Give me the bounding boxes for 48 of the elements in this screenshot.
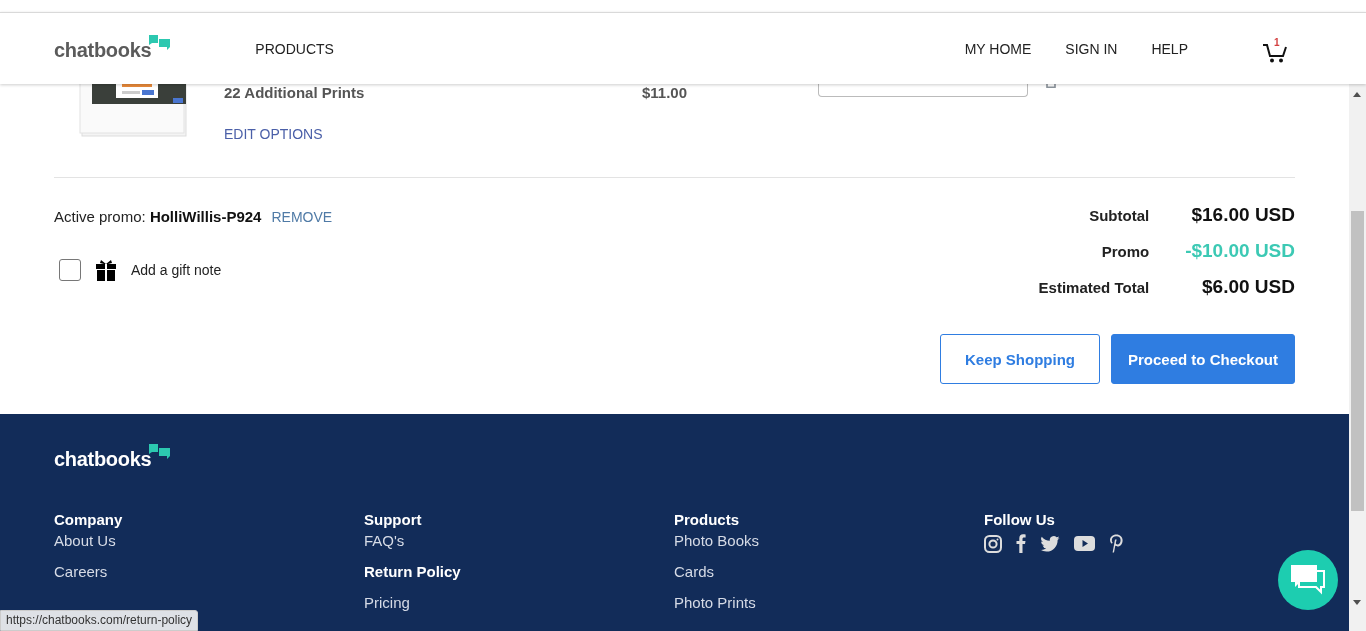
chat-icon (1291, 565, 1325, 595)
summary-value: $6.00 USD (1201, 276, 1295, 298)
summary-value: $16.00 USD (1190, 204, 1295, 226)
nav-link[interactable]: PRODUCTS (255, 40, 334, 57)
gift-icon (95, 259, 117, 281)
checkout-button[interactable]: Proceed to Checkout (1111, 334, 1295, 384)
pinterest-icon[interactable] (1109, 534, 1124, 553)
scroll-down-icon[interactable] (1353, 600, 1361, 605)
remove-promo-link[interactable]: REMOVE (271, 209, 333, 225)
active-promo: Active promo: HolliWillis-P924 (54, 208, 262, 225)
keep-shopping-button[interactable]: Keep Shopping (940, 334, 1100, 384)
youtube-icon[interactable] (1074, 536, 1095, 551)
summary-label: Promo (1100, 243, 1150, 260)
footer-logo[interactable]: chatbooks (54, 448, 152, 471)
footer-heading: Company (54, 511, 124, 528)
item-title: 22 Additional Prints (224, 84, 366, 101)
logo-bubbles-icon (149, 35, 172, 51)
footer-link[interactable]: Careers (54, 563, 364, 594)
nav-link[interactable]: HELP (1151, 40, 1188, 57)
footer-heading: Follow Us (984, 511, 1056, 528)
summary-label: Estimated Total (1038, 279, 1150, 296)
nav-link[interactable]: MY HOME (964, 40, 1032, 57)
scrollbar[interactable] (1349, 84, 1366, 631)
scrollbar-thumb[interactable] (1351, 211, 1364, 511)
edit-options-link[interactable]: EDIT OPTIONS (224, 126, 642, 142)
footer-heading: Products (674, 511, 740, 528)
header-logo[interactable]: chatbooks (54, 39, 152, 62)
cart-count: 1 (1274, 37, 1280, 48)
footer-link[interactable]: Photo Books (674, 532, 984, 563)
nav-link[interactable]: SIGN IN (1065, 40, 1118, 57)
scroll-up-icon[interactable] (1353, 92, 1361, 97)
item-price: $11.00 (642, 83, 689, 101)
summary-label: Subtotal (1088, 207, 1150, 224)
logo-bubbles-icon (149, 444, 172, 460)
status-url: https://chatbooks.com/return-policy (0, 610, 199, 631)
facebook-icon[interactable] (1016, 534, 1026, 553)
instagram-icon[interactable] (984, 534, 1002, 553)
footer-link[interactable]: Cards (674, 563, 984, 594)
footer-link[interactable]: Return Policy (364, 563, 674, 594)
footer-link[interactable]: Pricing (364, 594, 674, 625)
gift-note-label: Add a gift note (131, 262, 222, 278)
summary-value: -$10.00 USD (1185, 240, 1295, 262)
footer-link[interactable]: About Us (54, 532, 364, 563)
twitter-icon[interactable] (1040, 535, 1060, 552)
footer-link[interactable]: Photo Prints (674, 594, 984, 625)
gift-note-checkbox[interactable] (59, 259, 81, 281)
footer-link[interactable]: FAQ's (364, 532, 674, 563)
footer-heading: Support (364, 511, 423, 528)
